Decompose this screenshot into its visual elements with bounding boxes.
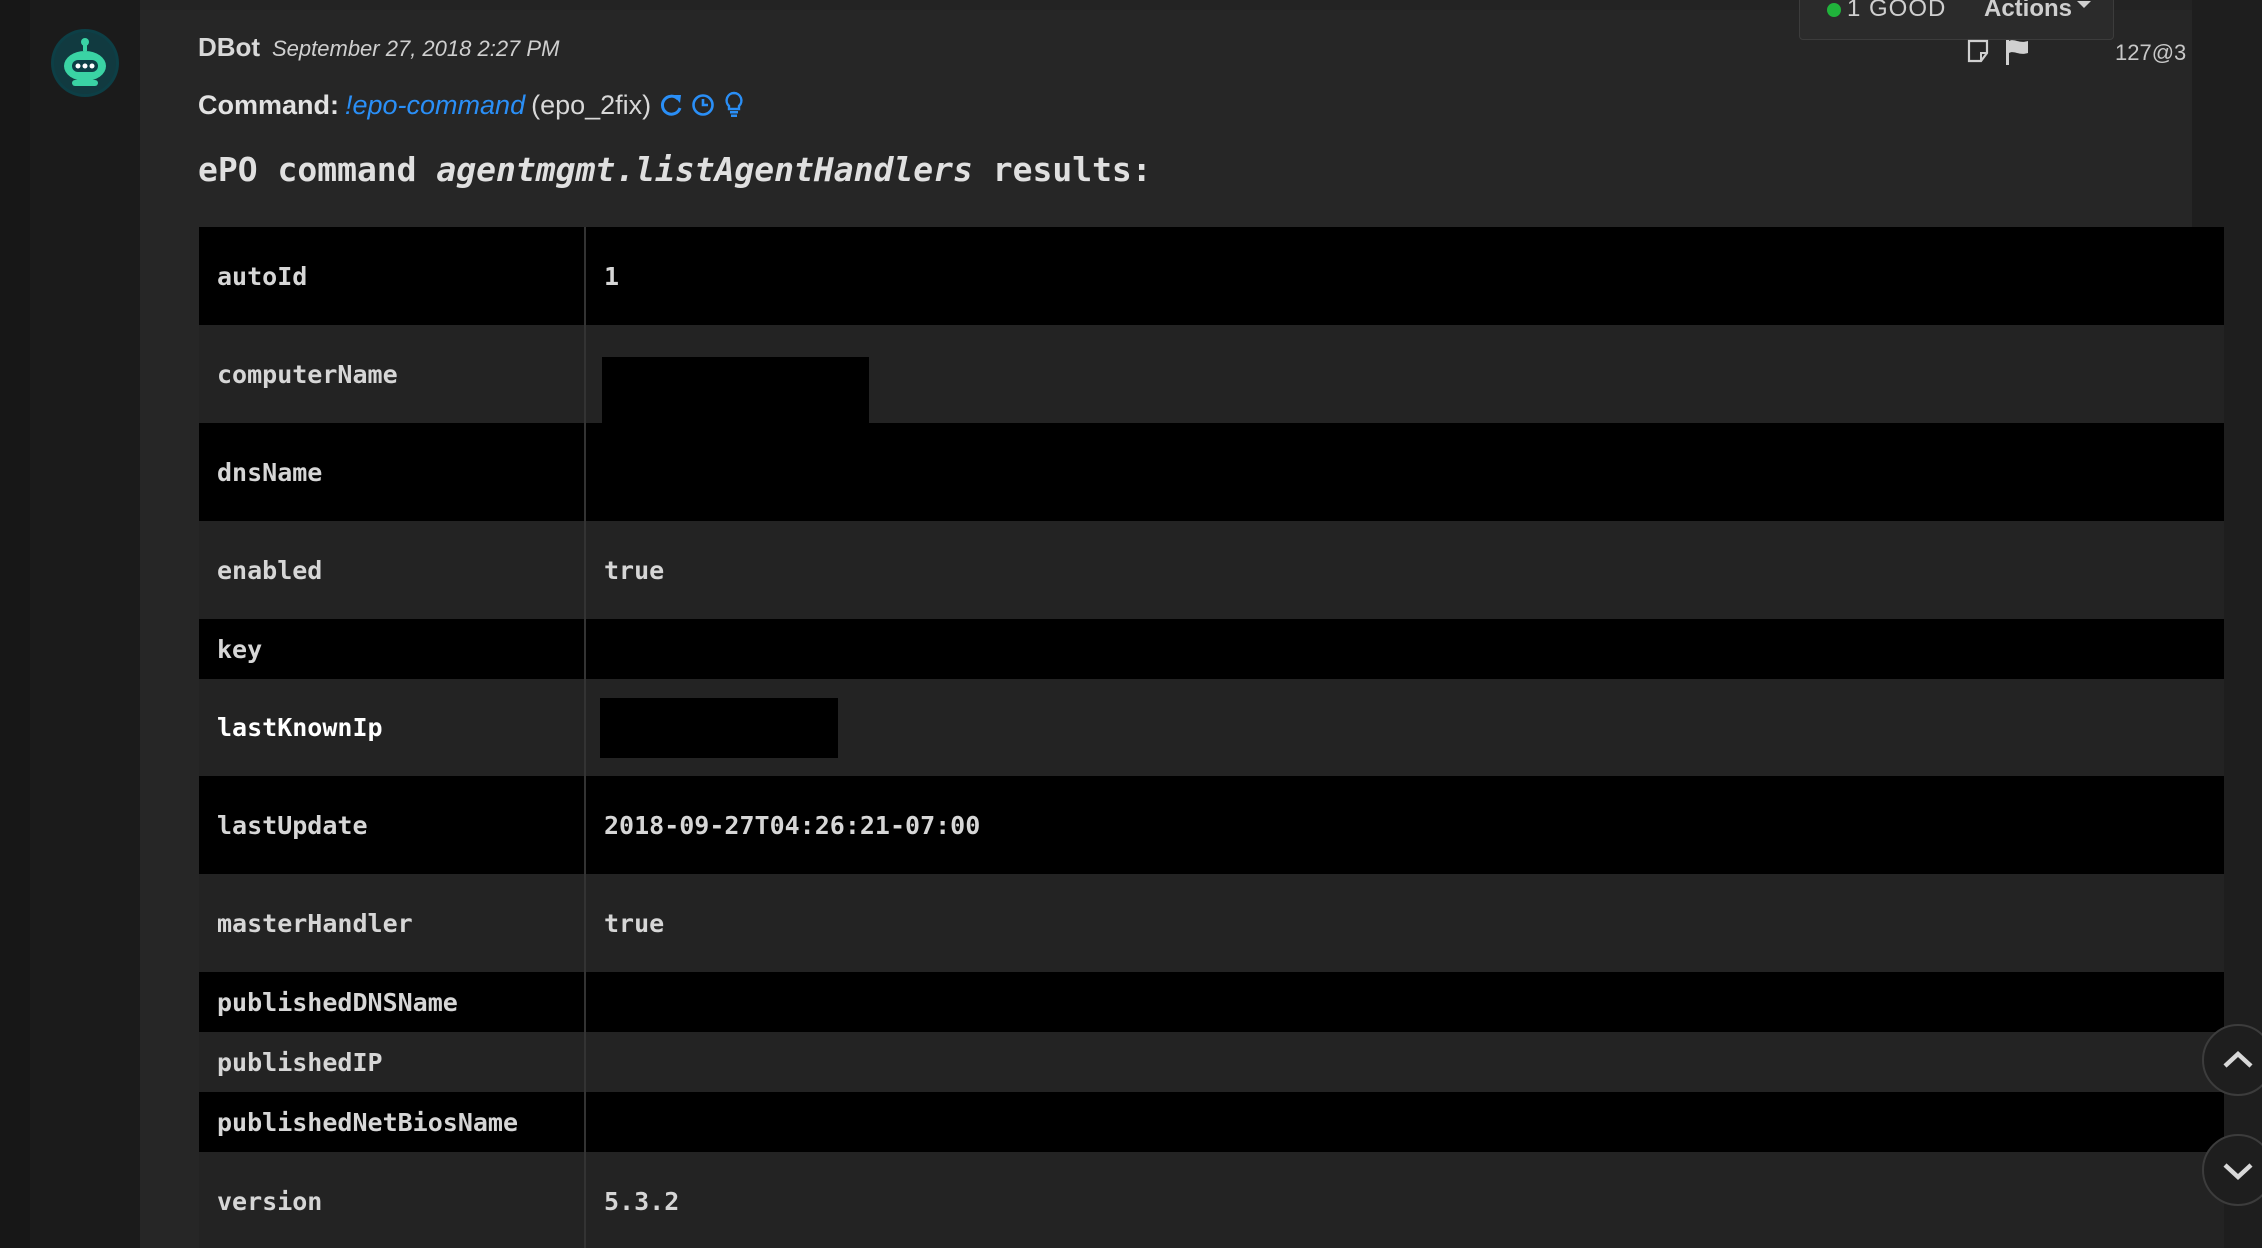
result-title-suffix: results: [972,150,1152,189]
command-label: Command: [198,90,339,120]
command-instance: (epo_2fix) [531,90,652,120]
entry-id[interactable]: 127@3 [2115,40,2186,66]
table-row: publishedNetBiosName [199,1092,2224,1152]
result-title-prefix: ePO command [198,150,437,189]
avatar [50,28,120,98]
chevron-up-icon [2223,1050,2253,1068]
row-value [585,423,2224,521]
result-title-command: agentmgmt.listAgentHandlers [436,150,973,189]
row-key: enabled [199,521,586,619]
status-actions-tab: 1 GOOD Actions [1799,0,2114,40]
row-value [585,325,2224,423]
left-rail [0,0,30,1248]
row-value [585,1092,2224,1152]
refresh-icon[interactable] [659,92,683,125]
note-icon[interactable] [1966,38,1990,69]
row-key: lastUpdate [199,776,586,874]
robot-icon [51,29,119,97]
row-key: masterHandler [199,874,586,972]
row-value [585,1032,2224,1092]
table-row: lastKnownIp [199,679,2224,776]
redacted-block [602,357,869,423]
lightbulb-icon[interactable] [723,90,745,125]
row-value [585,679,2224,776]
good-count-label[interactable]: 1 GOOD [1847,0,1946,23]
row-key: computerName [199,325,586,423]
row-key: dnsName [199,423,586,521]
table-row: key [199,619,2224,679]
avatar-column [30,0,140,1248]
command-link[interactable]: !epo-command [345,90,525,120]
row-value: 2018-09-27T04:26:21-07:00 [585,776,2224,874]
table-row: autoId 1 [199,227,2224,325]
table-row: publishedIP [199,1032,2224,1092]
row-value [585,972,2224,1032]
row-value: true [585,874,2224,972]
scroll-up-button[interactable] [2202,1024,2262,1096]
entry-card: 1 GOOD Actions DBot September 27, 2018 2… [140,0,2224,1248]
entry-timestamp: September 27, 2018 2:27 PM [272,36,560,61]
row-key: publishedDNSName [199,972,586,1032]
row-value: 1 [585,227,2224,325]
row-value: 5.3.2 [585,1152,2224,1248]
actions-menu-button[interactable]: Actions [1984,0,2072,23]
table-row: dnsName [199,423,2224,521]
author-name: DBot [198,32,261,62]
row-key: autoId [199,227,586,325]
redacted-block [600,697,838,758]
table-row: version 5.3.2 [199,1152,2224,1248]
chevron-down-icon[interactable] [2077,1,2091,8]
row-key: version [199,1152,586,1248]
table-row: publishedDNSName [199,972,2224,1032]
clock-icon[interactable] [691,92,715,125]
row-value: true [585,521,2224,619]
war-room-entry: 1 GOOD Actions DBot September 27, 2018 2… [30,0,2224,1248]
good-status-dot [1827,3,1841,17]
table-row: lastUpdate 2018-09-27T04:26:21-07:00 [199,776,2224,874]
row-value [585,619,2224,679]
flag-icon[interactable] [2004,38,2030,71]
row-key: key [199,619,586,679]
chevron-down-icon [2223,1163,2253,1181]
row-key: publishedIP [199,1032,586,1092]
table-row: masterHandler true [199,874,2224,972]
table-row: enabled true [199,521,2224,619]
table-row: computerName [199,325,2224,423]
result-title: ePO command agentmgmt.listAgentHandlers … [198,150,1152,189]
row-key: publishedNetBiosName [199,1092,586,1152]
command-line: Command: !epo-command (epo_2fix) [198,90,745,125]
row-key: lastKnownIp [199,679,586,776]
scroll-down-button[interactable] [2202,1134,2262,1206]
results-table: autoId 1 computerName dnsName enabled tr… [199,227,2224,1248]
